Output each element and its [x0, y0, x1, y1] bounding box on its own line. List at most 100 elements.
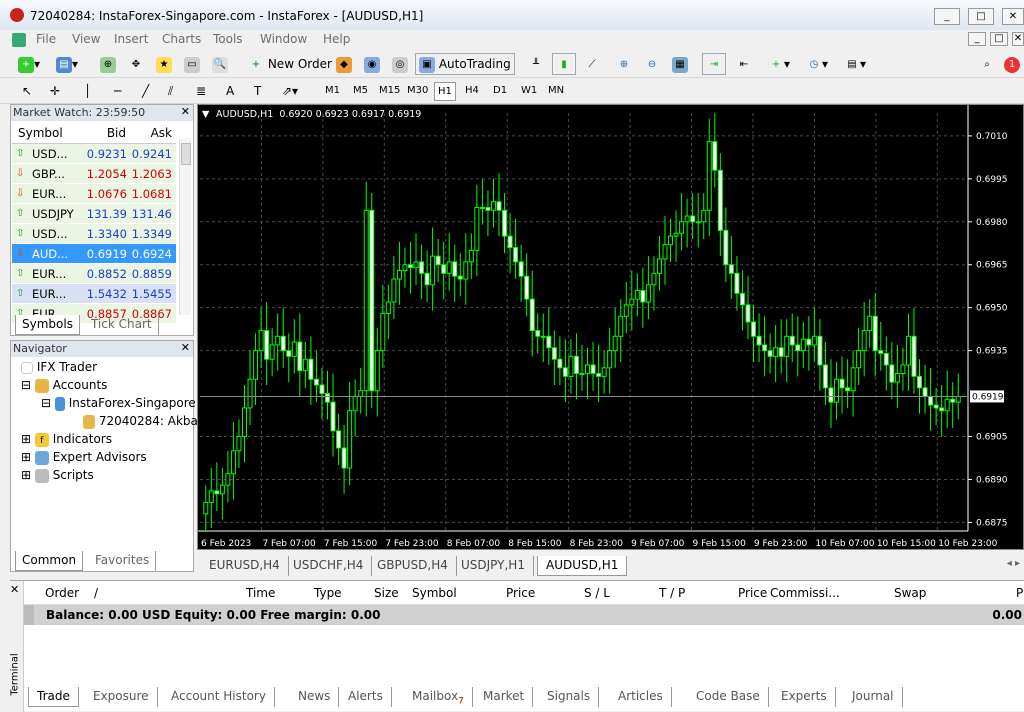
vertical-line-icon[interactable]: │	[80, 80, 95, 102]
channel-icon[interactable]: ⫽	[164, 80, 177, 102]
col-ask[interactable]: Ask	[151, 122, 172, 144]
chart-tab[interactable]: USDJPY,H1	[453, 556, 534, 576]
market-watch-row[interactable]: ⇩ GBP... 1.2054 1.2063	[12, 164, 176, 184]
tf-mn[interactable]: MN	[545, 82, 567, 101]
col-symbol[interactable]: Symbol	[18, 122, 63, 144]
tf-m5[interactable]: M5	[350, 82, 371, 101]
terminal-tab[interactable]: Alerts	[340, 687, 392, 707]
child-minimize-button[interactable]: _	[968, 32, 986, 46]
candlestick-icon[interactable]: ▮	[552, 53, 576, 75]
menu-tools[interactable]: Tools	[213, 32, 243, 46]
terminal-tab[interactable]: Account History	[163, 687, 275, 707]
terminal-col-header[interactable]: Symbol	[412, 581, 457, 605]
nav-root[interactable]: IFX Trader	[21, 360, 97, 374]
chart-tab[interactable]: EURUSD,H4	[201, 556, 289, 576]
bar-chart-icon[interactable]: ╨	[524, 53, 548, 75]
terminal-tab[interactable]: Exposure	[85, 687, 158, 707]
maximize-button[interactable]: □	[968, 8, 994, 25]
balance-row[interactable]: Balance: 0.00 USD Equity: 0.00 Free marg…	[24, 605, 1024, 625]
signals-icon[interactable]: ◉	[360, 53, 384, 75]
terminal-col-header[interactable]: Commissi...	[770, 581, 840, 605]
fibonacci-icon[interactable]: ≣	[192, 80, 210, 102]
autotrading-button[interactable]: ▣ AutoTrading	[415, 53, 515, 75]
menu-view[interactable]: View	[72, 32, 100, 46]
tf-d1[interactable]: D1	[490, 82, 510, 101]
terminal-col-header[interactable]: S / L	[584, 581, 610, 605]
chart-tab[interactable]: USDCHF,H4	[285, 556, 373, 576]
text-label-icon[interactable]: T	[250, 80, 265, 102]
market-watch-row[interactable]: ⇧ USD... 1.3340 1.3349	[12, 224, 176, 244]
child-close-button[interactable]: ✕	[1012, 32, 1024, 46]
menu-file[interactable]: File	[36, 32, 56, 46]
zoom-in-icon[interactable]: ⊕	[612, 53, 636, 75]
terminal-col-header[interactable]: Price	[506, 581, 535, 605]
terminal-col-header[interactable]: T / P	[659, 581, 685, 605]
terminal-close-icon[interactable]: ✕	[10, 583, 19, 596]
terminal-icon[interactable]: ▭	[180, 53, 204, 75]
terminal-col-header[interactable]: Price	[738, 581, 767, 605]
navigator-close-icon[interactable]: ✕	[181, 341, 190, 354]
indicators-icon[interactable]: + ▾	[764, 53, 794, 75]
nav-scripts[interactable]: ⊞ Scripts	[21, 468, 94, 483]
col-bid[interactable]: Bid	[107, 122, 126, 144]
menu-help[interactable]: Help	[323, 32, 350, 46]
market-watch-row[interactable]: ⇧ USDJPY 131.39 131.46	[12, 204, 176, 224]
line-chart-icon[interactable]: ⟋	[580, 53, 604, 75]
terminal-tab[interactable]: Experts	[773, 687, 836, 707]
search-icon[interactable]: ⌕	[975, 53, 999, 75]
chart-area[interactable]: 0.7010 0.6995 0.6980 0.6965 0.6950 0.6935 0.69…	[197, 104, 1024, 550]
terminal-tab[interactable]: Code Base	[688, 687, 769, 707]
terminal-col-header[interactable]: Time	[246, 581, 275, 605]
nav-server[interactable]: ⊟ InstaForex-Singapore	[41, 396, 196, 411]
tf-h4[interactable]: H4	[462, 82, 482, 101]
tab-scroll-arrows-icon[interactable]: ◂ ▸	[1007, 558, 1020, 569]
menu-charts[interactable]: Charts	[162, 32, 201, 46]
tf-m30[interactable]: M30	[404, 82, 431, 101]
candlestick-chart[interactable]: 0.7010 0.6995 0.6980 0.6965 0.6950 0.6935 0.69…	[198, 105, 1023, 549]
terminal-col-header[interactable]: Order	[45, 581, 79, 605]
horizontal-line-icon[interactable]: ─	[110, 80, 125, 102]
crosshair-icon[interactable]: ✛	[46, 80, 64, 102]
tf-h1[interactable]: H1	[434, 82, 456, 101]
strategy-tester-icon[interactable]: 🔍	[208, 53, 232, 75]
market-watch-row[interactable]: ⇧ EUR... 1.5432 1.5455	[12, 284, 176, 304]
terminal-col-header[interactable]: /	[94, 581, 98, 605]
minimize-button[interactable]: _	[934, 8, 960, 25]
metaeditor-icon[interactable]: ◆	[332, 53, 356, 75]
terminal-tab[interactable]: Signals	[539, 687, 600, 707]
zoom-out-icon[interactable]: ⊖	[640, 53, 664, 75]
chart-tab[interactable]: AUDUSD,H1	[537, 556, 628, 576]
terminal-col-header[interactable]: Type	[314, 581, 342, 605]
market-watch-row[interactable]: ⇧ USD... 0.9231 0.9241	[12, 144, 176, 164]
child-restore-button[interactable]: □	[990, 32, 1008, 46]
market-watch-scrollbar[interactable]	[179, 139, 191, 315]
tab-common[interactable]: Common	[15, 551, 84, 571]
terminal-tab[interactable]: Articles	[610, 687, 672, 707]
terminal-tab[interactable]: Trade	[28, 687, 79, 707]
nav-account[interactable]: 72040284: Akbar	[83, 414, 203, 429]
tab-symbols[interactable]: Symbols	[15, 315, 80, 335]
cursor-icon[interactable]: ↖	[18, 80, 36, 102]
nav-indicators[interactable]: ⊞ f Indicators	[21, 432, 112, 447]
trendline-icon[interactable]: ╱	[138, 80, 153, 102]
terminal-tab[interactable]: Journal	[844, 687, 903, 707]
tf-w1[interactable]: W1	[518, 82, 540, 101]
notifications-icon[interactable]: 1	[1000, 53, 1024, 75]
terminal-tab[interactable]: Market	[475, 687, 534, 707]
terminal-tab[interactable]: News	[290, 687, 340, 707]
arrows-icon[interactable]: ⇗▾	[278, 80, 302, 102]
nav-accounts[interactable]: ⊟ Accounts	[21, 378, 107, 393]
autoscroll-icon[interactable]: ⇥	[702, 53, 726, 75]
templates-icon[interactable]: ▤ ▾	[840, 53, 870, 75]
new-chart-icon[interactable]: + ▾	[14, 53, 44, 75]
menu-insert[interactable]: Insert	[114, 32, 148, 46]
market-watch-row[interactable]: ⇩ EUR... 1.0676 1.0681	[12, 184, 176, 204]
new-order-button[interactable]: + New Order	[244, 53, 336, 75]
tab-tick-chart[interactable]: Tick Chart	[85, 315, 159, 335]
tf-m15[interactable]: M15	[376, 82, 403, 101]
tf-m1[interactable]: M1	[322, 82, 343, 101]
chart-shift-icon[interactable]: ⇤	[732, 53, 756, 75]
navigator-icon[interactable]: ★	[152, 53, 176, 75]
periods-icon[interactable]: ◷ ▾	[802, 53, 832, 75]
market-watch-icon[interactable]: ⊕	[96, 53, 120, 75]
